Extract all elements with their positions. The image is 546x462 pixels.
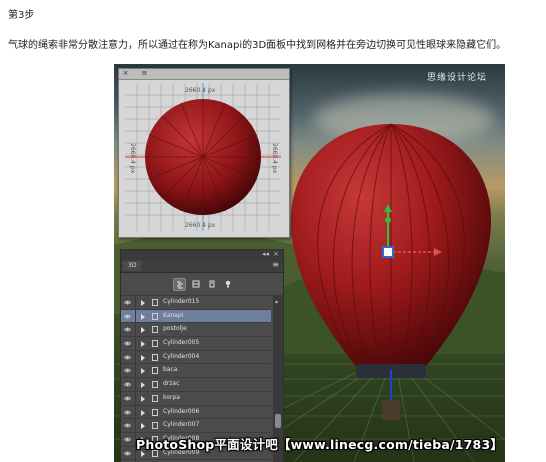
- expand-arrow-icon[interactable]: [141, 423, 145, 430]
- expand-arrow-icon[interactable]: [141, 395, 145, 402]
- mesh-icon: [152, 408, 158, 416]
- scroll-up-icon[interactable]: ▴: [275, 298, 278, 305]
- eye-icon[interactable]: [124, 326, 131, 333]
- expand-arrow-icon[interactable]: [141, 327, 145, 334]
- layer-label: Cylinder015: [163, 298, 200, 305]
- light-icon[interactable]: [222, 278, 233, 289]
- eye-icon[interactable]: [124, 299, 131, 306]
- watermark-top: 思缘设计论坛: [426, 73, 487, 83]
- layer-row[interactable]: drzac: [121, 378, 271, 392]
- mesh-icon: [152, 381, 158, 389]
- mesh-icon: [152, 312, 158, 320]
- eye-icon[interactable]: [124, 395, 131, 402]
- ruler-label-right: 2660.4 px: [271, 143, 278, 174]
- column-divider: [135, 309, 136, 323]
- expand-arrow-icon[interactable]: [141, 341, 145, 348]
- eye-icon[interactable]: [124, 422, 131, 429]
- expand-arrow-icon[interactable]: [141, 313, 145, 320]
- layer-row[interactable]: Cylinder006: [121, 405, 271, 420]
- panel-3d[interactable]: ◂◂ × 3D ≡ Cylinder015 Kanapi postolje Cylin…: [120, 249, 284, 462]
- preview-panel-header[interactable]: × ≡: [119, 69, 289, 80]
- eye-icon[interactable]: [124, 340, 131, 347]
- column-divider: [135, 350, 136, 364]
- layer-row[interactable]: Kanapi: [121, 309, 271, 324]
- layer-row[interactable]: postolje: [121, 323, 271, 338]
- scene-icon[interactable]: [173, 278, 186, 291]
- scrollbar-thumb[interactable]: [275, 414, 281, 428]
- screenshot-image: 思缘设计论坛 × ≡ 2660.4 px 2660.4 px 2660.4 px…: [114, 64, 505, 462]
- column-divider: [135, 337, 136, 350]
- mesh-icon[interactable]: [190, 278, 201, 289]
- layer-label: drzac: [163, 380, 180, 388]
- column-divider: [135, 364, 136, 378]
- layer-row[interactable]: Cylinder015: [121, 296, 271, 310]
- preview-menu-button[interactable]: ≡: [141, 70, 148, 77]
- expand-arrow-icon[interactable]: [141, 409, 145, 416]
- panel-3d-titlebar[interactable]: ◂◂ ×: [121, 250, 283, 260]
- balloon-3d-model[interactable]: [286, 120, 496, 420]
- column-divider: [135, 419, 136, 432]
- eye-icon[interactable]: [124, 450, 131, 457]
- expand-arrow-icon[interactable]: [141, 382, 145, 389]
- layer-label: Cylinder007: [163, 421, 200, 429]
- layer-label: baca: [163, 366, 178, 374]
- column-divider: [135, 296, 136, 309]
- watermark-banner: PhotoShop平面设计吧【www.linecg.com/tieba/1783…: [136, 437, 504, 452]
- layer-label: postolje: [163, 325, 187, 333]
- tab-3d[interactable]: 3D: [123, 261, 142, 271]
- layer-label: Cylinder006: [163, 407, 200, 415]
- preview-panel[interactable]: × ≡ 2660.4 px 2660.4 px 2660.4 px 2660.4…: [118, 68, 290, 238]
- step-title: 第3步: [8, 10, 35, 21]
- mesh-icon: [152, 394, 158, 402]
- layer-label: Cylinder004: [163, 352, 200, 360]
- column-divider: [135, 405, 136, 419]
- layer-row[interactable]: korpa: [121, 391, 271, 406]
- preview-viewport[interactable]: 2660.4 px 2660.4 px 2660.4 px 2660.4 px: [125, 83, 281, 231]
- expand-arrow-icon[interactable]: [141, 300, 145, 306]
- layer-label: korpa: [163, 393, 180, 401]
- eye-icon[interactable]: [124, 354, 131, 361]
- expand-arrow-icon[interactable]: [141, 354, 145, 361]
- ruler-label-bottom: 2660.4 px: [185, 222, 216, 229]
- layer-row[interactable]: Cylinder005: [121, 337, 271, 351]
- eye-icon[interactable]: [124, 381, 131, 388]
- panel-close-button[interactable]: ×: [273, 250, 279, 258]
- mesh-icon: [152, 367, 158, 375]
- ruler-label-left: 2660.4 px: [129, 143, 136, 174]
- expand-arrow-icon[interactable]: [141, 368, 145, 375]
- mesh-icon: [152, 353, 158, 361]
- eye-icon[interactable]: [124, 367, 131, 374]
- panel-3d-filter-toolbar: [121, 273, 283, 296]
- eye-icon[interactable]: [124, 313, 131, 320]
- column-divider: [135, 323, 136, 337]
- ruler-label-top: 2660.4 px: [185, 87, 216, 94]
- column-divider: [135, 391, 136, 405]
- mesh-icon: [152, 326, 158, 334]
- panel-3d-tabbar: 3D ≡: [121, 260, 283, 273]
- intro-text: 气球的绳索非常分散注意力，所以通过在称为Kanapi的3D面板中找到网格并在旁边…: [8, 40, 507, 51]
- mesh-icon: [152, 422, 158, 430]
- mesh-icon: [152, 340, 158, 348]
- material-icon[interactable]: [206, 278, 217, 289]
- layer-label: Kanapi: [163, 311, 184, 319]
- layer-row[interactable]: Cylinder004: [121, 350, 271, 365]
- mesh-icon: [152, 299, 158, 306]
- layer-row[interactable]: Cylinder007: [121, 419, 271, 433]
- eye-icon[interactable]: [124, 436, 131, 443]
- eye-icon[interactable]: [124, 409, 131, 416]
- panel-collapse-button[interactable]: ◂◂: [262, 250, 269, 258]
- column-divider: [135, 378, 136, 391]
- panel-menu-button[interactable]: ≡: [272, 260, 279, 269]
- layer-label: Cylinder005: [163, 339, 200, 347]
- layer-row[interactable]: baca: [121, 364, 271, 379]
- preview-close-button[interactable]: ×: [122, 70, 129, 77]
- transform-gizmo[interactable]: [376, 202, 446, 262]
